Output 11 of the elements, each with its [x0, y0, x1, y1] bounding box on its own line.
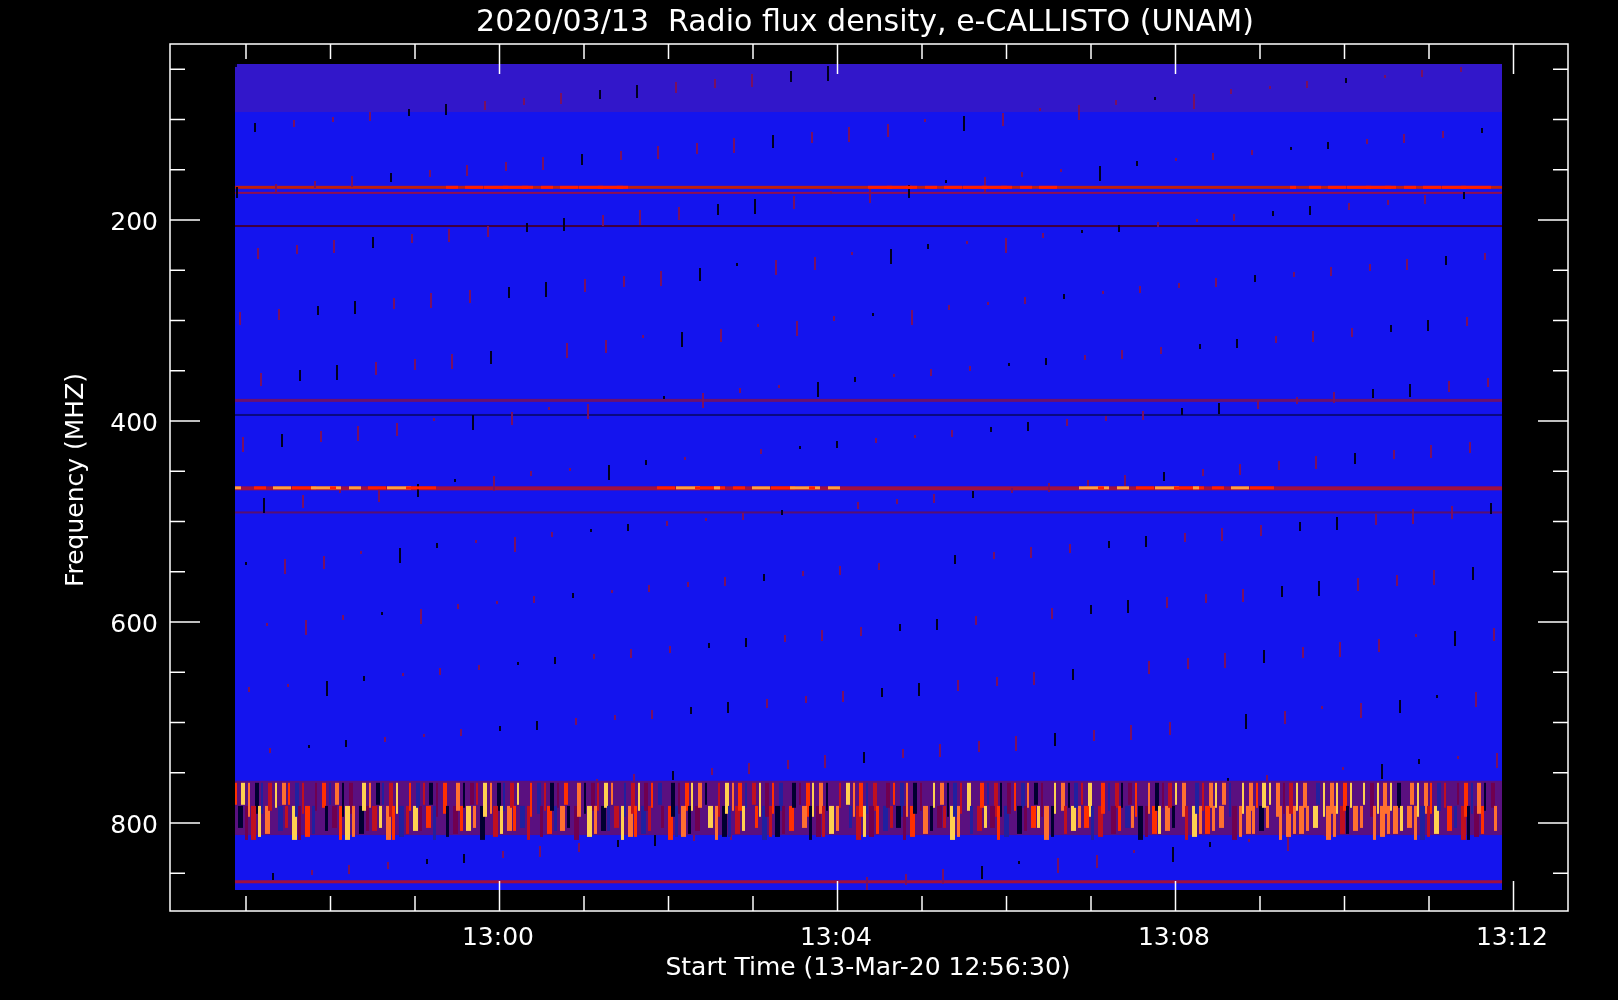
x-axis-label: Start Time (13-Mar-20 12:56:30)	[665, 952, 1071, 981]
y-tick-label: 200	[110, 207, 158, 236]
y-axis-label: Frequency (MHZ)	[60, 372, 89, 588]
y-tick-label: 800	[110, 810, 158, 839]
x-tick-label: 13:08	[1138, 922, 1210, 951]
x-tick-label: 13:00	[462, 922, 534, 951]
x-tick-label: 13:12	[1476, 922, 1548, 951]
y-tick-label: 400	[110, 408, 158, 437]
chart-title: 2020/03/13 Radio flux density, e-CALLISTO (UNAM)	[476, 3, 1254, 38]
x-tick-label: 13:04	[800, 922, 872, 951]
y-tick-label: 600	[110, 609, 158, 638]
